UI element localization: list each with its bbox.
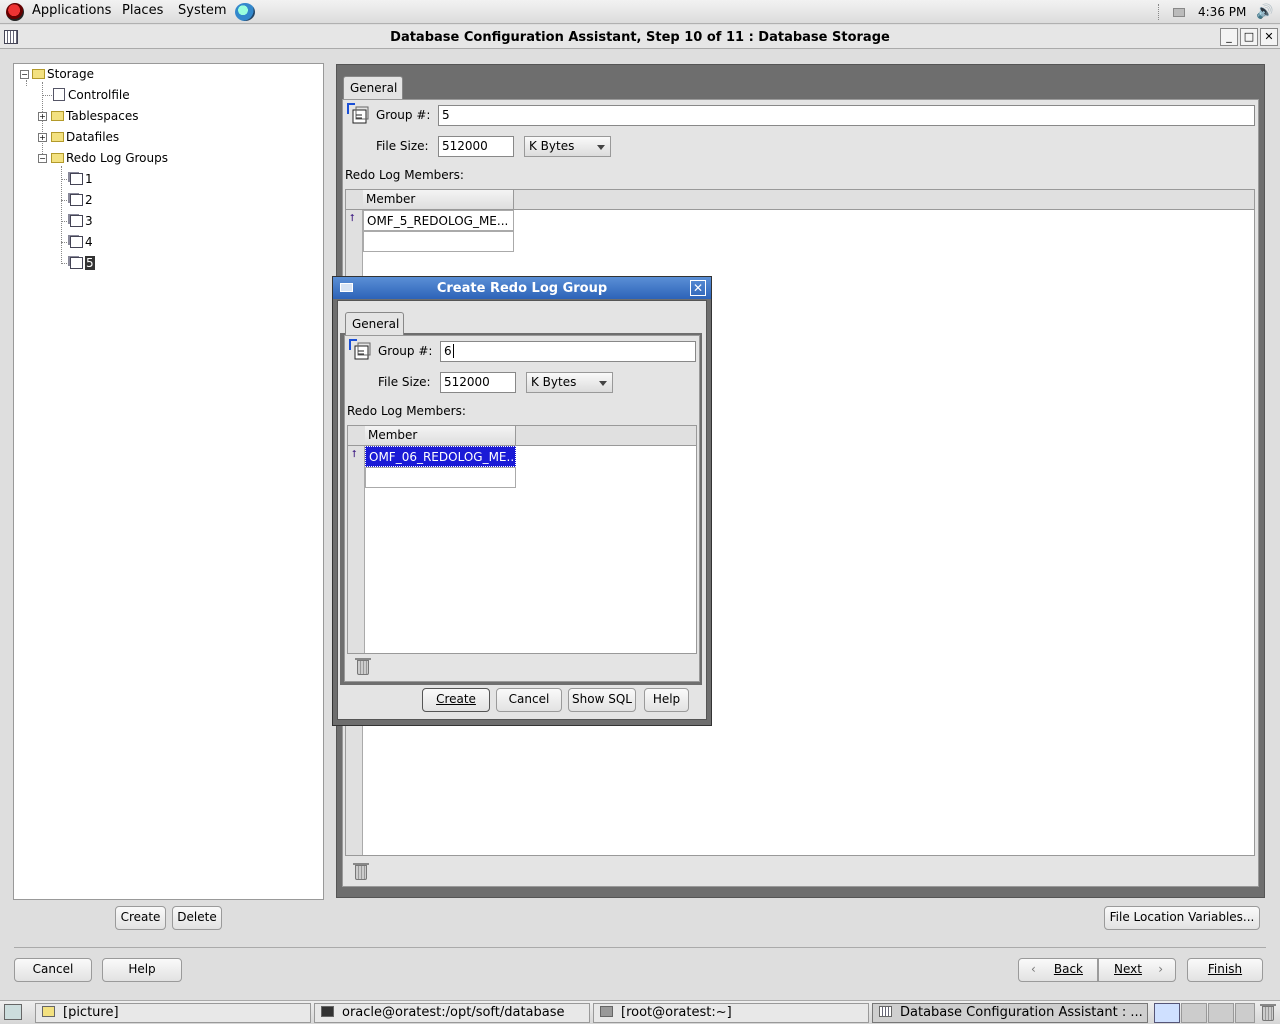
redo-group-icon	[70, 257, 83, 269]
tree-controlfile[interactable]: Controlfile	[53, 88, 130, 102]
group-number-label: Group #:	[376, 108, 431, 122]
datafiles-expand-toggle[interactable]: +	[38, 133, 47, 142]
text-cursor	[452, 344, 454, 358]
current-row-icon: ⭡	[350, 213, 355, 224]
dialog-row-header-column	[348, 446, 365, 653]
controlfile-icon	[53, 88, 65, 101]
dialog-file-size-label: File Size:	[378, 375, 431, 389]
folder-icon	[42, 1006, 55, 1017]
dialog-title: Create Redo Log Group	[436, 281, 608, 296]
terminal-icon	[600, 1006, 613, 1017]
workspace-3[interactable]	[1208, 1003, 1234, 1023]
redo-log-members-label: Redo Log Members:	[345, 168, 464, 182]
volume-icon[interactable]: 🔊	[1256, 4, 1273, 20]
dialog-file-size-unit-select[interactable]: K Bytes	[526, 372, 613, 393]
tree-redo-group-4[interactable]: 4	[70, 235, 93, 249]
task-picture[interactable]: [picture]	[35, 1003, 311, 1023]
clock[interactable]: 4:36 PM	[1198, 5, 1246, 19]
folder-icon	[51, 132, 64, 142]
close-button[interactable]: ✕	[1260, 28, 1278, 46]
cancel-button[interactable]: Cancel	[14, 958, 92, 982]
member-cell-empty[interactable]	[363, 231, 514, 252]
folder-icon	[51, 111, 64, 121]
folder-icon	[51, 153, 64, 163]
workspace-1[interactable]	[1154, 1003, 1180, 1023]
tree-redo-log-groups[interactable]: Redo Log Groups	[51, 151, 168, 165]
menu-applications[interactable]: Applications	[32, 3, 111, 18]
back-button[interactable]: ‹ Back	[1018, 958, 1098, 982]
folder-icon	[32, 69, 45, 79]
task-dbca[interactable]: Database Configuration Assistant : ...	[872, 1003, 1148, 1023]
chevron-down-icon	[597, 145, 605, 150]
dialog-member-cell-empty[interactable]	[365, 467, 516, 488]
tree-redo-group-3[interactable]: 3	[70, 214, 93, 228]
tree-storage[interactable]: Storage	[32, 67, 94, 81]
tree-delete-button[interactable]: Delete	[172, 906, 222, 930]
trash-icon[interactable]	[355, 658, 371, 675]
dialog-member-column-header[interactable]: Member	[365, 426, 516, 446]
dialog-group-number-label: Group #:	[378, 344, 433, 358]
redo-group-icon	[70, 236, 83, 248]
redo-group-icon	[70, 173, 83, 185]
web-browser-icon[interactable]	[235, 3, 255, 21]
chevron-left-icon: ‹	[1031, 962, 1036, 976]
file-size-field[interactable]: 512000	[438, 136, 514, 157]
menu-places[interactable]: Places	[122, 3, 163, 18]
minimize-button[interactable]: _	[1220, 28, 1238, 46]
current-row-icon: ⭡	[352, 449, 357, 460]
tree-redo-group-5[interactable]: 5	[70, 256, 95, 270]
next-button[interactable]: Next ›	[1098, 958, 1176, 982]
footer-separator	[14, 947, 1266, 948]
tree-create-button[interactable]: Create	[115, 906, 166, 930]
redo-log-group-icon	[349, 339, 371, 360]
redo-group-icon	[70, 215, 83, 227]
trash-icon[interactable]	[1260, 1004, 1276, 1021]
tree-tablespaces[interactable]: Tablespaces	[51, 109, 139, 123]
dialog-cancel-button[interactable]: Cancel	[496, 688, 562, 712]
workspace-2[interactable]	[1181, 1003, 1207, 1023]
dialog-redo-log-members-label: Redo Log Members:	[347, 404, 466, 418]
chevron-right-icon: ›	[1158, 962, 1163, 976]
menu-system[interactable]: System	[178, 3, 226, 18]
group-number-field[interactable]: 5	[438, 105, 1255, 126]
dialog-group-number-field[interactable]: 6	[440, 341, 696, 362]
tray-separator	[1158, 4, 1160, 20]
storage-tree[interactable]	[13, 63, 324, 900]
storage-collapse-toggle[interactable]: −	[20, 70, 29, 79]
member-cell[interactable]: OMF_5_REDOLOG_ME...	[363, 210, 514, 231]
window-title: Database Configuration Assistant, Step 1…	[390, 30, 890, 45]
finish-button[interactable]: Finish	[1187, 958, 1263, 982]
trash-icon[interactable]	[353, 863, 369, 880]
dialog-tab-general[interactable]: General	[345, 312, 404, 336]
tree-redo-group-1[interactable]: 1	[70, 172, 93, 186]
dialog-file-size-field[interactable]: 512000	[440, 372, 516, 393]
dialog-help-button[interactable]: Help	[644, 688, 689, 712]
tree-redo-group-2[interactable]: 2	[70, 193, 93, 207]
show-desktop-icon[interactable]	[4, 1004, 22, 1020]
task-terminal-root[interactable]: [root@oratest:~]	[593, 1003, 869, 1023]
terminal-icon	[321, 1006, 334, 1017]
maximize-button[interactable]: □	[1240, 28, 1258, 46]
tablespaces-expand-toggle[interactable]: +	[38, 112, 47, 121]
redo-log-groups-collapse-toggle[interactable]: −	[38, 154, 47, 163]
file-location-variables-button[interactable]: File Location Variables...	[1104, 906, 1260, 930]
redo-log-group-icon	[347, 103, 369, 124]
redhat-logo-icon[interactable]	[6, 3, 24, 21]
dialog-create-button[interactable]: Create	[422, 688, 490, 712]
workspace-4[interactable]	[1235, 1003, 1255, 1023]
app-icon	[879, 1006, 892, 1017]
dialog-close-icon[interactable]: ✕	[690, 280, 706, 296]
tab-general[interactable]: General	[343, 76, 403, 100]
task-terminal-oracle[interactable]: oracle@oratest:/opt/soft/database	[314, 1003, 590, 1023]
redo-group-icon	[70, 194, 83, 206]
dialog-show-sql-button[interactable]: Show SQL	[568, 688, 636, 712]
file-size-label: File Size:	[376, 139, 429, 153]
dialog-member-cell-selected[interactable]: OMF_06_REDOLOG_ME...	[365, 446, 516, 467]
network-tray-icon[interactable]	[1173, 8, 1185, 17]
chevron-down-icon	[599, 381, 607, 386]
help-button[interactable]: Help	[102, 958, 182, 982]
member-column-header[interactable]: Member	[363, 190, 514, 210]
file-size-unit-select[interactable]: K Bytes	[524, 136, 611, 157]
tree-datafiles[interactable]: Datafiles	[51, 130, 119, 144]
